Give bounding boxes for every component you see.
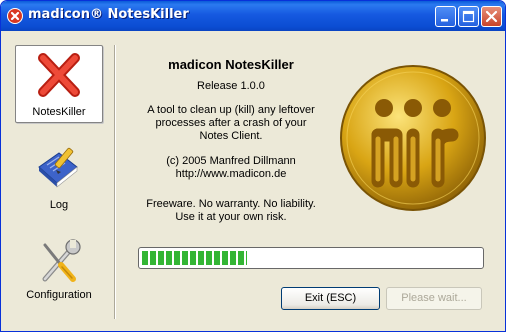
maximize-icon	[462, 10, 475, 23]
app-name: madicon NotesKiller	[168, 57, 294, 72]
red-x-icon	[38, 53, 80, 97]
website-text: http://www.madicon.de	[175, 168, 287, 180]
sidebar-divider	[114, 45, 116, 319]
progress-bar	[138, 247, 484, 269]
sidebar: NotesKiller Log Configuration	[9, 38, 114, 320]
minimize-icon	[441, 19, 448, 22]
tools-icon	[42, 239, 81, 282]
disclaimer-line-1: Freeware. No warranty. No liability.	[146, 198, 316, 210]
sidebar-item-log[interactable]: Log	[15, 139, 103, 217]
sidebar-item-label: Configuration	[26, 289, 92, 301]
app-window: madicon® NotesKiller NotesKiller Log Con…	[0, 0, 506, 332]
exit-button[interactable]: Exit (ESC)	[281, 287, 380, 310]
window-title: madicon® NotesKiller	[28, 7, 189, 22]
sidebar-item-configuration[interactable]: Configuration	[15, 233, 103, 311]
maximize-button[interactable]	[458, 6, 479, 27]
minimize-button[interactable]	[435, 6, 456, 27]
progress-bar-fill	[142, 251, 247, 265]
disclaimer-line-2: Use it at your own risk.	[175, 211, 287, 223]
app-red-x-icon	[7, 8, 23, 24]
sidebar-item-label: Log	[49, 199, 69, 211]
release-version: Release 1.0.0	[197, 80, 265, 92]
description-line-1: A tool to clean up (kill) any leftover	[147, 104, 315, 116]
sidebar-item-noteskiller[interactable]: NotesKiller	[15, 45, 103, 123]
close-button[interactable]	[481, 6, 502, 27]
description-line-3: Notes Client.	[199, 130, 263, 142]
title-bar[interactable]: madicon® NotesKiller	[1, 1, 505, 31]
please-wait-button[interactable]: Please wait...	[386, 287, 482, 310]
log-book-icon	[38, 147, 78, 188]
copyright-text: (c) 2005 Manfred Dillmann	[166, 155, 296, 167]
close-icon	[485, 10, 498, 23]
sidebar-item-label: NotesKiller	[32, 106, 86, 118]
description-line-2: processes after a crash of your	[155, 117, 307, 129]
madicon-logo-icon	[340, 65, 486, 211]
